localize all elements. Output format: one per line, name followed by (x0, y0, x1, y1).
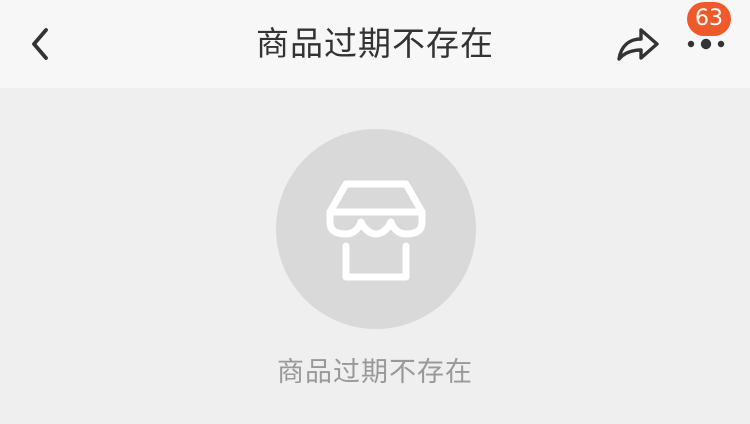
navigation-bar: 商品过期不存在 63 (0, 0, 750, 88)
back-button[interactable] (18, 22, 62, 66)
empty-state-icon-circle (276, 129, 476, 329)
share-icon (617, 28, 659, 61)
chevron-left-icon (32, 28, 48, 60)
empty-state-message: 商品过期不存在 (277, 357, 473, 388)
notification-badge: 63 (687, 2, 731, 36)
share-button[interactable] (612, 20, 664, 68)
more-icon (687, 38, 725, 50)
empty-state: 商品过期不存在 (0, 88, 750, 424)
storefront-icon (326, 180, 426, 281)
